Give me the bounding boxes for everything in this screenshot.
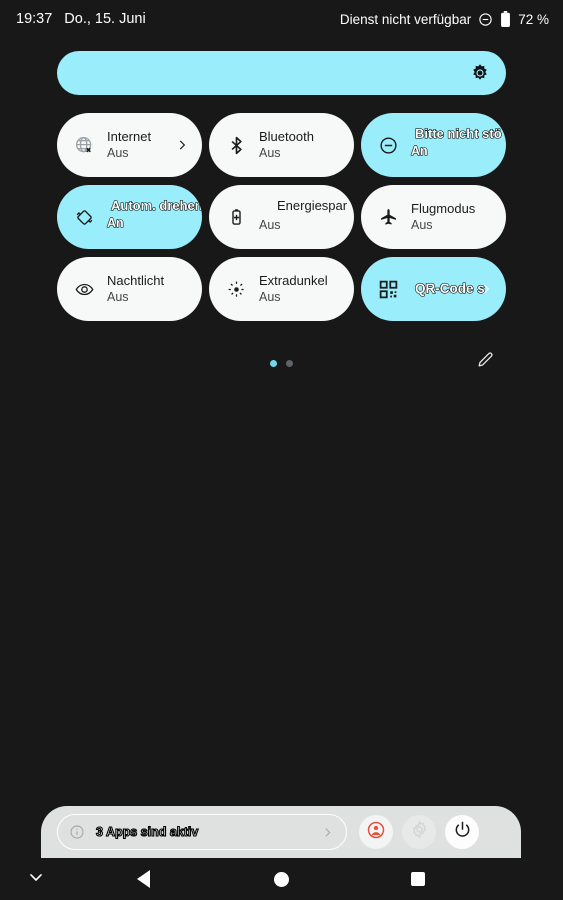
home-button[interactable] [265, 863, 297, 895]
eye-icon [73, 278, 95, 300]
airplane-icon [377, 206, 399, 228]
tile-labels: QR-Code s [411, 281, 485, 297]
back-button[interactable] [127, 863, 159, 895]
status-bar-left: 19:37 Do., 15. Juni [0, 11, 146, 27]
tile-state: Aus [259, 146, 281, 161]
tile-labels: Flugmodus Aus [411, 201, 475, 233]
tile-labels: Bluetooth Aus [259, 129, 314, 161]
tile-labels: Nachtlicht Aus [107, 273, 164, 305]
settings-button[interactable] [402, 815, 436, 849]
tile-labels: Internet Aus [107, 129, 151, 161]
dismiss-panel-button[interactable] [20, 863, 52, 895]
quick-settings-screen: 19:37 Do., 15. Juni Dienst nicht verfügb… [0, 0, 563, 900]
tile-state: Aus [411, 218, 433, 233]
page-dot-1[interactable] [270, 359, 277, 367]
active-apps-button[interactable]: 3 Apps sind aktiv [57, 814, 347, 850]
tile-title: Bluetooth [259, 129, 314, 145]
tile-do-not-disturb[interactable]: Bitte nicht stö An [361, 113, 506, 177]
tile-state: Aus [107, 290, 129, 305]
power-button[interactable] [445, 815, 479, 849]
edit-tiles-button[interactable] [473, 350, 497, 374]
tile-internet[interactable]: Internet Aus [57, 113, 202, 177]
dim-sun-icon [225, 278, 247, 300]
tile-title: Flugmodus [411, 201, 476, 217]
gear-icon [410, 820, 429, 844]
back-triangle-icon [136, 870, 150, 888]
info-icon [69, 824, 85, 840]
tile-labels: Bitte nicht stö An [410, 126, 502, 161]
brightness-slider[interactable] [57, 51, 506, 95]
tile-qr-code-scanner[interactable]: QR-Code s [361, 257, 506, 321]
carrier-label: Dienst nicht verfügbar [339, 11, 472, 27]
chevron-down-icon [26, 867, 46, 892]
tile-airplane-mode[interactable]: Flugmodus Aus [361, 185, 506, 249]
chevron-right-icon[interactable] [175, 138, 189, 152]
tile-state: An [410, 144, 428, 159]
footer-buttons [359, 815, 479, 849]
recents-button[interactable] [402, 863, 434, 895]
auto-rotate-icon [73, 206, 95, 228]
status-bar: 19:37 Do., 15. Juni Dienst nicht verfügb… [0, 0, 563, 38]
page-dot-2[interactable] [286, 359, 293, 367]
tile-state: Aus [259, 290, 281, 305]
tile-labels: Extradunkel Aus [259, 273, 328, 305]
globe-off-icon [73, 134, 95, 156]
pencil-icon [476, 350, 495, 374]
tile-bluetooth[interactable]: Bluetooth Aus [209, 113, 354, 177]
tile-state: Aus [259, 218, 281, 233]
do-not-disturb-icon [478, 12, 493, 27]
do-not-disturb-icon [377, 134, 399, 156]
user-switcher-button[interactable] [359, 815, 393, 849]
tile-labels: Autom. drehen An [106, 198, 202, 233]
power-icon [453, 820, 472, 844]
brightness-icon [470, 63, 490, 83]
navigation-bar [0, 858, 563, 900]
status-bar-right: Dienst nicht verfügbar 72 % [340, 11, 563, 27]
chevron-right-icon[interactable] [479, 282, 493, 296]
battery-percent: 72 % [518, 11, 549, 27]
battery-icon [500, 11, 511, 27]
tile-title: QR-Code s [414, 281, 485, 297]
tile-title: Bitte nicht stö [414, 126, 502, 142]
qr-code-icon [377, 278, 399, 300]
tile-battery-saver[interactable]: Energiespar Aus [209, 185, 354, 249]
tile-labels: Energiespar Aus [259, 198, 347, 233]
tile-state: Aus [107, 146, 129, 161]
home-circle-icon [273, 871, 289, 887]
battery-saver-icon [225, 206, 247, 228]
footer-bar: 3 Apps sind aktiv [41, 806, 521, 858]
status-date: Do., 15. Juni [64, 11, 146, 27]
tile-extra-dim[interactable]: Extradunkel Aus [209, 257, 354, 321]
tile-title: Nachtlicht [107, 273, 165, 289]
recents-square-icon [411, 872, 425, 886]
bluetooth-icon [225, 134, 247, 156]
tile-title: Internet [107, 129, 152, 145]
tile-title: Extradunkel [259, 273, 328, 289]
quick-settings-tile-grid: Internet Aus Bluetooth Aus Bitte nicht s… [57, 113, 507, 321]
status-time: 19:37 [16, 11, 53, 27]
chevron-right-icon [321, 826, 334, 839]
tile-state: An [106, 216, 124, 231]
user-account-icon [366, 820, 386, 845]
tile-title: Energiespar [277, 198, 348, 214]
tile-auto-rotate[interactable]: Autom. drehen An [57, 185, 202, 249]
tile-title: Autom. drehen [110, 198, 202, 214]
tile-night-light[interactable]: Nachtlicht Aus [57, 257, 202, 321]
active-apps-label: 3 Apps sind aktiv [95, 824, 199, 839]
